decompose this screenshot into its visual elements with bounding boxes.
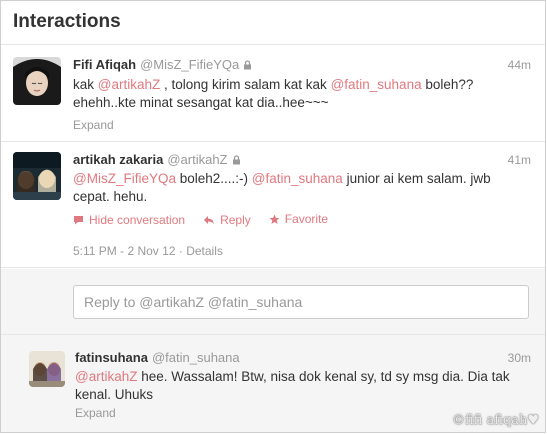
reply-input[interactable]: Reply to @artikahZ @fatin_suhana — [73, 285, 529, 319]
user-name[interactable]: artikah zakaria — [73, 152, 163, 167]
user-handle[interactable]: @MisZ_FifieYQa — [140, 57, 239, 72]
user-handle[interactable]: @fatin_suhana — [152, 350, 240, 365]
text-line: kenal. Uhuks — [75, 387, 154, 402]
favorite-label: Favorite — [284, 212, 329, 226]
tweet-meta: 5:11 PM - 2 Nov 12 · Details — [73, 244, 223, 258]
tweet-text: @MisZ_FifieYQa boleh2....:-) @fatin_suha… — [73, 170, 491, 206]
expand-link[interactable]: Expand — [73, 118, 114, 132]
avatar[interactable] — [13, 152, 61, 200]
mention-link[interactable]: @fatin_suhana — [252, 171, 343, 186]
tweet-time[interactable]: 30m — [508, 351, 531, 365]
user-name[interactable]: fatinsuhana — [75, 350, 148, 365]
text-line: cepat. hehu. — [73, 189, 148, 204]
tweet-header: artikah zakaria @artikahZ — [73, 152, 241, 168]
meta-separator: · — [178, 244, 183, 258]
mention-link[interactable]: @artikahZ — [98, 77, 160, 92]
tweet-text: @artikahZ hee. Wassalam! Btw, nisa dok k… — [75, 368, 510, 404]
text-segment: junior ai kem salam. jwb — [342, 171, 491, 186]
star-icon — [269, 214, 280, 224]
mention-link[interactable]: @fatin_suhana — [331, 77, 422, 92]
interactions-panel: Interactions Fifi Afiqah @MisZ_FifieYQa 4… — [0, 0, 546, 433]
lock-icon — [232, 153, 241, 168]
tweet-time[interactable]: 41m — [508, 153, 531, 167]
text-segment: boleh2....:-) — [175, 171, 252, 186]
tweet-item[interactable]: Fifi Afiqah @MisZ_FifieYQa 44m kak @artik… — [1, 45, 545, 142]
text-segment: kak — [73, 77, 98, 92]
tweet-actions: Hide conversation Reply Favorite — [73, 212, 346, 228]
text-segment: hee. Wassalam! Btw, nisa dok kenal sy, t… — [137, 369, 510, 384]
tweet-header: Fifi Afiqah @MisZ_FifieYQa — [73, 57, 252, 73]
mention-link[interactable]: @MisZ_FifieYQa — [73, 171, 176, 186]
tweet-item-expanded[interactable]: artikah zakaria @artikahZ 41m @MisZ_Fifie… — [1, 142, 545, 268]
expand-link[interactable]: Expand — [75, 406, 116, 420]
text-line: ehehh..kte minat sesangat kat dia..hee~~… — [73, 95, 329, 110]
hide-conversation-button[interactable]: Hide conversation — [73, 213, 185, 227]
details-link[interactable]: Details — [186, 244, 223, 258]
avatar[interactable] — [13, 57, 61, 105]
text-segment: boleh?? — [421, 77, 474, 92]
user-handle[interactable]: @artikahZ — [167, 152, 227, 167]
panel-header: Interactions — [1, 1, 545, 45]
user-name[interactable]: Fifi Afiqah — [73, 57, 136, 72]
reply-arrow-icon — [204, 215, 215, 224]
speech-bubble-icon — [74, 215, 83, 224]
tweet-time[interactable]: 44m — [508, 58, 531, 72]
lock-icon — [243, 58, 252, 73]
reply-label: Reply — [220, 212, 251, 227]
tweet-timestamp[interactable]: 5:11 PM - 2 Nov 12 — [73, 244, 176, 258]
reply-area: Reply to @artikahZ @fatin_suhana — [1, 269, 545, 335]
avatar[interactable] — [29, 351, 65, 387]
page-title: Interactions — [13, 11, 121, 32]
text-segment: , tolong kirim salam kat kak — [160, 77, 331, 92]
tweet-text: kak @artikahZ , tolong kirim salam kat k… — [73, 76, 473, 112]
watermark: ©fifi afiqah♥ — [452, 413, 539, 428]
favorite-button[interactable]: Favorite — [269, 212, 328, 226]
reply-button[interactable]: Reply — [203, 213, 251, 227]
hide-conversation-label: Hide conversation — [89, 212, 186, 227]
tweet-header: fatinsuhana @fatin_suhana — [75, 350, 240, 365]
mention-link[interactable]: @artikahZ — [75, 369, 137, 384]
